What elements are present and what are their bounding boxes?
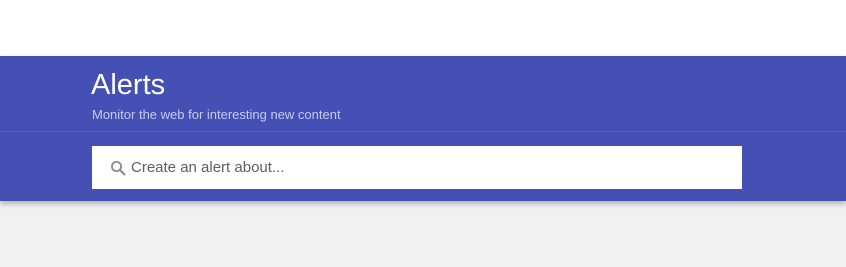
create-alert-search-box[interactable] — [92, 146, 742, 189]
header-divider — [0, 131, 846, 132]
alerts-header: Alerts Monitor the web for interesting n… — [0, 56, 846, 201]
search-icon — [110, 160, 126, 176]
page-title: Alerts — [91, 69, 166, 101]
top-bar — [0, 0, 846, 56]
page-subtitle: Monitor the web for interesting new cont… — [92, 107, 341, 122]
create-alert-input[interactable] — [131, 146, 731, 189]
